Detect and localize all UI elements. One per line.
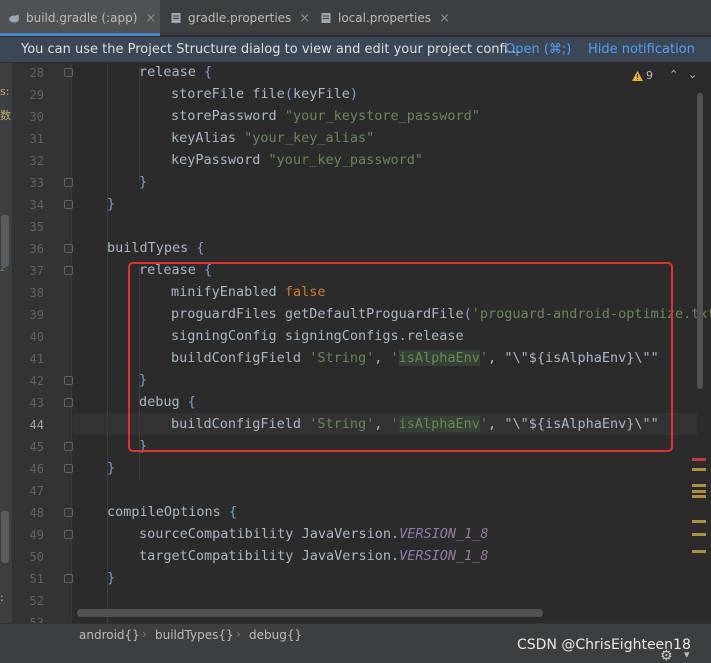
line-number: 47 (29, 484, 44, 498)
next-highlight-icon[interactable]: ⌄ (688, 68, 697, 81)
code-line-49: sourceCompatibility JavaVersion.VERSION_… (139, 526, 489, 542)
line-number: 39 (29, 308, 44, 322)
fold-marker-icon[interactable] (64, 574, 73, 583)
line-number: 42 (29, 374, 44, 388)
warning-marker[interactable] (692, 533, 706, 536)
gear-icon[interactable]: ⚙ (660, 648, 673, 663)
fold-marker-icon[interactable] (64, 508, 73, 517)
line-number: 43 (29, 396, 44, 410)
line-number: 50 (29, 550, 44, 564)
code-line-30: storePassword "your_keystore_password" (171, 108, 480, 124)
fold-marker-icon[interactable] (64, 178, 73, 187)
warning-marker[interactable] (692, 495, 706, 498)
panel-fragment: : (0, 591, 4, 604)
warning-marker[interactable] (692, 490, 706, 493)
line-number: 36 (29, 242, 44, 256)
properties-file-icon (171, 13, 181, 23)
notification-bar: You can use the Project Structure dialog… (0, 37, 711, 63)
close-icon[interactable]: × (439, 11, 450, 26)
panel-fragment: 数 (0, 109, 11, 122)
breadcrumb-item-buildtypes[interactable]: buildTypes{} (155, 628, 234, 642)
panel-scrollbar[interactable] (1, 511, 9, 563)
fold-marker-icon[interactable] (64, 398, 73, 407)
highlight-annotation-box (128, 262, 673, 452)
code-line-34: } (107, 196, 116, 212)
code-line-46: } (107, 460, 116, 476)
tab-local-properties[interactable]: local.properties × (312, 0, 462, 36)
line-number: 48 (29, 506, 44, 520)
line-number: 51 (29, 572, 44, 586)
panel-scrollbar[interactable] (1, 215, 9, 267)
open-project-structure-link[interactable]: Open (⌘;) (505, 42, 571, 57)
warning-marker[interactable] (692, 520, 706, 523)
tab-label: build.gradle (:app) (26, 11, 138, 25)
line-number: 45 (29, 440, 44, 454)
previous-highlight-icon[interactable]: ⌃ (669, 68, 678, 81)
fold-marker-icon[interactable] (64, 530, 73, 539)
chevron-down-icon[interactable]: ▾ (684, 648, 690, 661)
code-line-29: storeFile file(keyFile) (171, 86, 358, 102)
line-number: 46 (29, 462, 44, 476)
line-number: 40 (29, 330, 44, 344)
hide-notification-link[interactable]: Hide notification (588, 42, 695, 57)
line-number: 33 (29, 176, 44, 190)
line-number: 29 (29, 88, 44, 102)
properties-file-icon (321, 13, 331, 23)
fold-marker-icon[interactable] (64, 266, 73, 275)
breadcrumb-separator: › (142, 627, 147, 641)
line-number: 32 (29, 154, 44, 168)
warning-marker[interactable] (692, 468, 706, 471)
fold-marker-icon[interactable] (64, 68, 73, 77)
line-number: 37 (29, 264, 44, 278)
error-marker[interactable] (692, 458, 706, 461)
line-number-gutter: 28 29 30 31 32 33 34 35 36 37 38 39 40 4… (12, 63, 73, 630)
line-number: 38 (29, 286, 44, 300)
code-line-32: keyPassword "your_key_password" (171, 152, 423, 168)
tab-label: local.properties (338, 11, 432, 25)
tab-gradle-properties[interactable]: gradle.properties × (162, 0, 314, 36)
line-number: 52 (29, 594, 44, 608)
warning-count: 9 (646, 69, 653, 82)
notification-text: You can use the Project Structure dialog… (21, 42, 521, 57)
code-line-48: compileOptions { (107, 504, 238, 520)
editor-tab-bar: build.gradle (:app) × gradle.properties … (0, 0, 711, 36)
tab-build-gradle-app[interactable]: build.gradle (:app) × (0, 0, 160, 36)
code-line-31: keyAlias "your_key_alias" (171, 130, 375, 146)
gradle-elephant-icon (9, 14, 20, 23)
line-number: 35 (29, 220, 44, 234)
line-number: 30 (29, 110, 44, 124)
code-line-33: } (139, 174, 148, 190)
breadcrumb-item-android[interactable]: android{} (79, 628, 140, 642)
line-number: 34 (29, 198, 44, 212)
warning-marker[interactable] (692, 484, 706, 487)
fold-marker-icon[interactable] (64, 200, 73, 209)
fold-marker-icon[interactable] (64, 376, 73, 385)
horizontal-scrollbar[interactable] (77, 609, 543, 617)
fold-marker-icon[interactable] (64, 464, 73, 473)
warning-triangle-icon (632, 70, 643, 81)
code-line-36: buildTypes { (107, 240, 205, 256)
line-number: 28 (29, 66, 44, 80)
breadcrumb: android{} › buildTypes{} › debug{} CSDN … (0, 623, 711, 663)
code-line-51: } (107, 570, 116, 586)
code-line-28: release { (139, 64, 213, 80)
line-number-current: 44 (29, 418, 44, 432)
line-number: 41 (29, 352, 44, 366)
inspection-widget[interactable]: 9 (632, 69, 653, 82)
indent-guide (107, 63, 108, 623)
vertical-scrollbar[interactable] (697, 93, 703, 389)
code-line-50: targetCompatibility JavaVersion.VERSION_… (139, 548, 489, 564)
breadcrumb-item-debug[interactable]: debug{} (249, 628, 302, 642)
close-icon[interactable]: × (299, 11, 310, 26)
left-panel-edge: s: 数 z : (0, 63, 12, 623)
close-icon[interactable]: × (145, 11, 156, 26)
breadcrumb-separator: › (236, 627, 241, 641)
tab-label: gradle.properties (188, 11, 292, 25)
fold-marker-icon[interactable] (64, 442, 73, 451)
line-number: 49 (29, 528, 44, 542)
fold-marker-icon[interactable] (64, 244, 73, 253)
line-number: 31 (29, 132, 44, 146)
warning-marker[interactable] (692, 550, 706, 553)
panel-fragment: s: (0, 85, 10, 98)
